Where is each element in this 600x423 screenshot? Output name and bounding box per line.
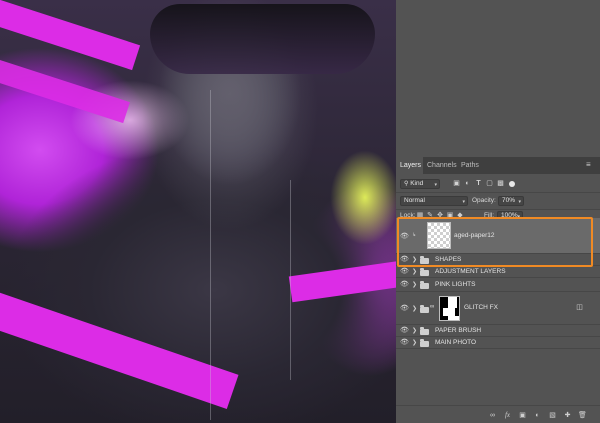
layer-row-aged-paper12[interactable]: 👁 ↳ aged-paper12 bbox=[396, 218, 600, 254]
search-icon: ⚲ bbox=[404, 181, 409, 187]
clipping-indicator-icon: ◫ bbox=[576, 304, 583, 311]
tab-layers[interactable]: Layers bbox=[396, 157, 423, 174]
layer-name[interactable]: PINK LIGHTS bbox=[435, 281, 475, 288]
chain-link-icon: ∞ bbox=[430, 304, 435, 310]
smart-object-filter-icon[interactable]: ▩ bbox=[496, 179, 505, 188]
layer-name[interactable]: GLITCH FX bbox=[464, 304, 498, 311]
adjustment-layer-icon[interactable]: ◐ bbox=[533, 411, 542, 420]
fx-icon[interactable]: fx bbox=[503, 411, 512, 420]
add-mask-icon[interactable]: ▣ bbox=[518, 411, 527, 420]
link-icon: ↳ bbox=[412, 232, 417, 238]
mask-shape bbox=[448, 316, 459, 320]
mask-shape bbox=[443, 308, 455, 316]
paper-crease bbox=[290, 180, 291, 380]
chevron-down-icon: ▾ bbox=[434, 182, 437, 188]
filter-kind-label: Kind bbox=[410, 180, 424, 187]
visibility-eye-icon[interactable]: 👁 bbox=[400, 338, 409, 346]
mask-shape bbox=[448, 297, 457, 308]
chevron-down-icon: ▾ bbox=[518, 199, 521, 205]
opacity-field[interactable]: 70% ▾ bbox=[498, 196, 524, 206]
layer-mask-thumbnail[interactable] bbox=[439, 296, 460, 321]
layer-row-pink-lights[interactable]: 👁 ❯ PINK LIGHTS bbox=[396, 278, 600, 292]
layer-row-paper-brush[interactable]: 👁 ❯ PAPER BRUSH bbox=[396, 325, 600, 337]
layer-name[interactable]: ADJUSTMENT LAYERS bbox=[435, 268, 506, 275]
layer-row-glitch-fx[interactable]: 👁 ❯ ∞ GLITCH FX ◫ bbox=[396, 292, 600, 325]
layer-name[interactable]: SHAPES bbox=[435, 256, 461, 263]
folder-icon bbox=[420, 305, 429, 313]
new-layer-icon[interactable]: ✚ bbox=[563, 411, 572, 420]
visibility-eye-icon[interactable]: 👁 bbox=[400, 304, 409, 312]
folder-icon bbox=[420, 327, 429, 335]
pixel-filter-icon[interactable]: ▣ bbox=[452, 179, 461, 188]
folder-icon bbox=[420, 256, 429, 264]
filter-kind-select[interactable]: ⚲ Kind ▾ bbox=[400, 179, 440, 189]
divider bbox=[396, 192, 600, 193]
visibility-eye-icon[interactable]: 👁 bbox=[400, 280, 409, 288]
tab-channels[interactable]: Channels bbox=[423, 157, 457, 174]
layer-name[interactable]: aged-paper12 bbox=[454, 232, 494, 239]
visibility-eye-icon[interactable]: 👁 bbox=[400, 267, 409, 275]
layer-row-main-photo[interactable]: 👁 ❯ MAIN PHOTO bbox=[396, 337, 600, 349]
adjustment-filter-icon[interactable]: ◐ bbox=[463, 179, 472, 188]
chevron-right-icon[interactable]: ❯ bbox=[412, 327, 417, 334]
sunglasses bbox=[150, 4, 375, 74]
paper-crease bbox=[210, 90, 211, 420]
folder-icon bbox=[420, 339, 429, 347]
blend-mode-value: Normal bbox=[404, 197, 425, 204]
panel-menu-icon[interactable]: ≡ bbox=[586, 161, 594, 169]
layer-name[interactable]: PAPER BRUSH bbox=[435, 327, 481, 334]
chevron-right-icon[interactable]: ❯ bbox=[412, 339, 417, 346]
new-group-icon[interactable]: ▧ bbox=[548, 411, 557, 420]
layer-row-adjustment-layers[interactable]: 👁 ❯ ADJUSTMENT LAYERS bbox=[396, 266, 600, 278]
folder-icon bbox=[420, 268, 429, 276]
chevron-right-icon[interactable]: ❯ bbox=[412, 256, 417, 263]
visibility-eye-icon[interactable]: 👁 bbox=[400, 255, 409, 263]
blend-mode-select[interactable]: Normal ▾ bbox=[400, 196, 468, 206]
magenta-shape bbox=[0, 287, 239, 409]
filter-toggle-icon[interactable] bbox=[509, 181, 515, 187]
document-canvas[interactable] bbox=[0, 0, 396, 423]
opacity-label: Opacity: bbox=[472, 197, 496, 204]
yellow-glow bbox=[330, 150, 396, 245]
blend-row: Normal ▾ Opacity: 70% ▾ bbox=[396, 194, 600, 208]
layers-panel: Layers Channels Paths ≡ ⚲ Kind ▾ ▣ ◐ T ▢… bbox=[396, 157, 600, 423]
chevron-right-icon[interactable]: ❯ bbox=[412, 305, 417, 312]
folder-icon bbox=[420, 281, 429, 289]
delete-layer-icon[interactable]: 🗑 bbox=[578, 411, 587, 420]
layer-row-shapes[interactable]: 👁 ❯ SHAPES bbox=[396, 254, 600, 266]
panel-tabs: Layers Channels Paths ≡ bbox=[396, 157, 600, 174]
layers-bottom-toolbar: ∞ fx ▣ ◐ ▧ ✚ 🗑 bbox=[396, 405, 600, 423]
filter-row: ⚲ Kind ▾ ▣ ◐ T ▢ ▩ bbox=[396, 177, 600, 191]
chevron-right-icon[interactable]: ❯ bbox=[412, 268, 417, 275]
opacity-value: 70% bbox=[502, 197, 516, 204]
shape-filter-icon[interactable]: ▢ bbox=[485, 179, 494, 188]
layer-name[interactable]: MAIN PHOTO bbox=[435, 339, 476, 346]
chevron-down-icon: ▾ bbox=[462, 199, 465, 205]
type-filter-icon[interactable]: T bbox=[474, 179, 483, 188]
chevron-right-icon[interactable]: ❯ bbox=[412, 281, 417, 288]
link-layers-icon[interactable]: ∞ bbox=[488, 411, 497, 420]
visibility-eye-icon[interactable]: 👁 bbox=[400, 232, 409, 240]
visibility-eye-icon[interactable]: 👁 bbox=[400, 326, 409, 334]
layer-thumbnail bbox=[427, 222, 451, 249]
tab-paths[interactable]: Paths bbox=[457, 157, 481, 174]
